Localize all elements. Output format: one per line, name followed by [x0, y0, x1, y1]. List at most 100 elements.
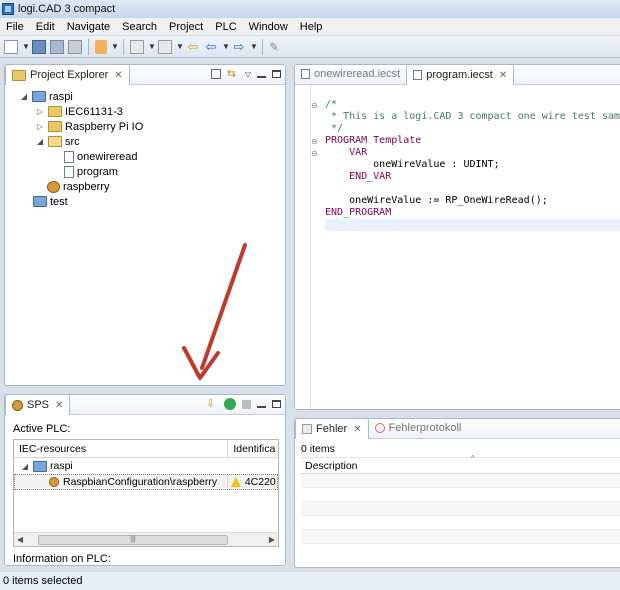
external-tools-icon[interactable]	[130, 39, 144, 54]
new-dropdown-icon[interactable]: ▼	[22, 40, 30, 54]
save-icon[interactable]	[32, 39, 46, 54]
column-header-iec-resources[interactable]: IEC-resources	[14, 440, 229, 457]
run-config-icon[interactable]	[158, 39, 172, 54]
new-icon[interactable]	[4, 39, 18, 54]
code-line: END_VAR	[325, 171, 392, 182]
minimize-icon[interactable]	[257, 75, 266, 78]
run-icon[interactable]	[224, 398, 236, 410]
menu-search[interactable]: Search	[116, 21, 163, 33]
menu-window[interactable]: Window	[243, 21, 294, 33]
menu-bar: File Edit Navigate Search Project PLC Wi…	[0, 18, 620, 36]
table-header: IEC-resources Identifica	[14, 440, 278, 458]
plc-info-label: Information on PLC:	[13, 553, 111, 565]
sps-view-controls: ⇩	[206, 398, 281, 410]
scroll-left-icon[interactable]: ◀	[14, 535, 26, 544]
scroll-right-icon[interactable]: ▶	[266, 535, 278, 544]
tree-node-src[interactable]: ◢ src	[9, 134, 285, 149]
pin-icon[interactable]: ✎	[269, 40, 283, 54]
external-tools-dropdown-icon[interactable]: ▼	[148, 40, 156, 54]
menu-file[interactable]: File	[0, 21, 30, 33]
tree-node-raspberry[interactable]: raspberry	[9, 179, 285, 194]
active-plc-label: Active PLC:	[13, 423, 71, 435]
tree-node-test[interactable]: test	[9, 194, 285, 209]
menu-project[interactable]: Project	[163, 21, 209, 33]
collapsed-icon[interactable]: ▷	[35, 107, 45, 116]
plc-icon	[12, 399, 23, 411]
build-icon[interactable]	[95, 39, 107, 54]
download-icon[interactable]: ⇩	[206, 398, 218, 410]
iec-resources-table: IEC-resources Identifica ◢ raspi Raspbia…	[13, 439, 279, 547]
tree-node-raspi[interactable]: ◢ raspi	[9, 89, 285, 104]
tree-node-iec61131[interactable]: ▷ IEC61131-3	[9, 104, 285, 119]
close-icon[interactable]: ✕	[114, 70, 122, 81]
link-with-editor-icon[interactable]: ⇆	[227, 68, 239, 80]
annotation-arrow	[182, 243, 247, 380]
tab-onewireread[interactable]: onewireread.iecst	[295, 64, 406, 84]
tab-sps[interactable]: SPS ✕	[5, 394, 71, 415]
scrollbar-thumb[interactable]: |||	[38, 534, 228, 545]
maximize-icon[interactable]	[272, 70, 281, 78]
window-title: logi.CAD 3 compact	[18, 3, 116, 15]
forward-icon[interactable]: ⇨	[232, 39, 246, 54]
table-row-selected[interactable]: RaspbianConfiguration\raspberry 4C220	[14, 474, 278, 490]
project-tree: ◢ raspi ▷ IEC61131-3 ▷ Raspberry Pi IO ◢…	[5, 85, 285, 209]
code-line: oneWireValue : UDINT;	[325, 159, 500, 170]
collapse-all-icon[interactable]	[210, 69, 221, 79]
code-editor[interactable]: ⊖ ⊖ ⊖ /* * This is a logi.CAD 3 compact …	[295, 85, 620, 409]
stop-icon[interactable]	[242, 399, 251, 409]
print-icon[interactable]	[68, 39, 82, 54]
close-icon[interactable]: ✕	[55, 400, 63, 411]
back-dropdown-icon[interactable]: ▼	[222, 40, 230, 54]
run-config-dropdown-icon[interactable]: ▼	[176, 40, 184, 54]
column-header-identification[interactable]: Identifica	[228, 440, 278, 457]
problems-tabstrip: Fehler ✕ Fehlerprotokoll	[295, 418, 620, 439]
horizontal-scrollbar[interactable]: ◀ ||| ▶	[14, 532, 278, 546]
current-line	[325, 219, 620, 231]
sps-panel: SPS ✕ ⇩ Active PLC: IEC-resources Identi…	[4, 394, 286, 566]
menu-help[interactable]: Help	[294, 21, 329, 33]
fold-icon[interactable]: ⊖	[311, 149, 318, 158]
expanded-icon[interactable]: ◢	[20, 462, 30, 471]
forward-dropdown-icon[interactable]: ▼	[250, 40, 258, 54]
editor-tabstrip: onewireread.iecst program.iecst ✕	[295, 64, 620, 85]
back-icon[interactable]: ⇦	[204, 39, 218, 54]
menu-plc[interactable]: PLC	[209, 21, 242, 33]
tab-fehlerprotokoll[interactable]: Fehlerprotokoll	[369, 418, 468, 438]
folder-icon	[48, 106, 62, 117]
expanded-icon[interactable]: ◢	[19, 92, 29, 101]
code-line: * This is a logi.CAD 3 compact one wire …	[325, 111, 620, 122]
build-dropdown-icon[interactable]: ▼	[111, 40, 119, 54]
menu-navigate[interactable]: Navigate	[61, 21, 116, 33]
status-bar: 0 items selected	[0, 572, 620, 590]
st-file-icon	[301, 69, 310, 79]
tree-node-program[interactable]: program	[9, 164, 285, 179]
close-icon[interactable]: ✕	[499, 70, 507, 81]
st-file-icon	[413, 70, 423, 80]
table-row[interactable]: ◢ raspi	[14, 458, 278, 474]
tree-label: Raspberry Pi IO	[65, 120, 144, 133]
error-log-icon	[374, 423, 385, 433]
save-all-icon[interactable]	[50, 39, 64, 54]
tab-program[interactable]: program.iecst ✕	[406, 64, 515, 85]
last-edit-icon[interactable]: ⇦	[186, 39, 200, 54]
tree-label: raspberry	[63, 180, 110, 193]
expanded-icon[interactable]: ◢	[35, 137, 45, 146]
project-icon	[33, 196, 47, 207]
fold-icon[interactable]: ⊖	[311, 101, 318, 110]
close-icon[interactable]: ✕	[353, 424, 361, 435]
tab-fehler[interactable]: Fehler ✕	[295, 418, 369, 439]
menu-edit[interactable]: Edit	[30, 21, 61, 33]
view-menu-icon[interactable]: ▽	[245, 70, 251, 79]
tree-label: onewireread	[77, 150, 138, 163]
tab-onewireread-label: onewireread.iecst	[314, 68, 401, 80]
plc-icon	[49, 477, 59, 487]
column-header-description[interactable]: Description	[301, 458, 620, 474]
minimize-icon[interactable]	[257, 405, 266, 408]
tree-node-raspberry-pi-io[interactable]: ▷ Raspberry Pi IO	[9, 119, 285, 134]
maximize-icon[interactable]	[272, 400, 281, 408]
tab-project-explorer[interactable]: Project Explorer ✕	[5, 64, 130, 85]
fold-icon[interactable]: ⊖	[311, 137, 318, 146]
tree-node-onewireread[interactable]: onewireread	[9, 149, 285, 164]
collapsed-icon[interactable]: ▷	[35, 122, 45, 131]
